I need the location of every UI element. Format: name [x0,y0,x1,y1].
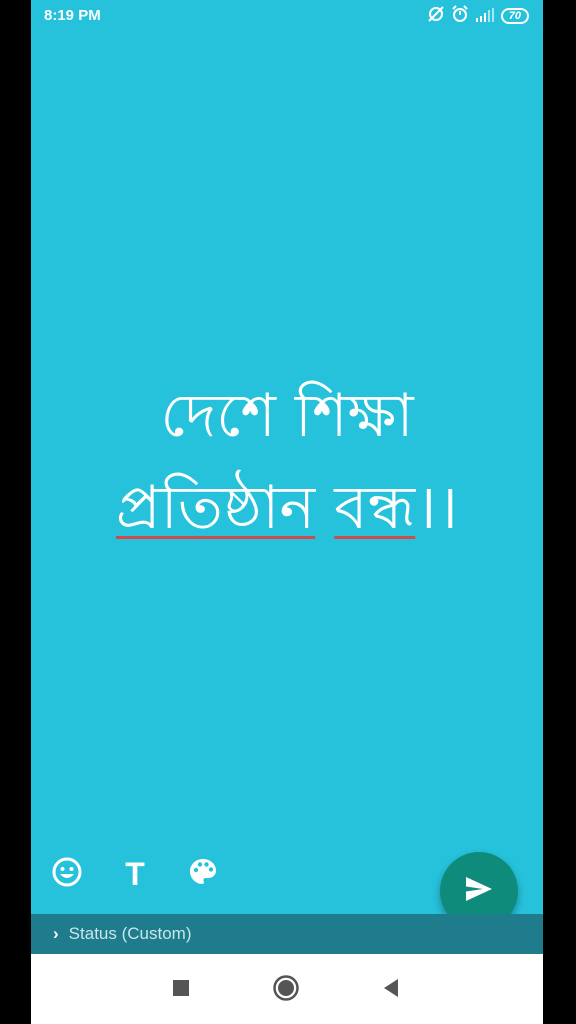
back-button[interactable] [377,976,405,1004]
status-text-word: ।। [415,473,459,543]
status-compose-screen: 8:19 PM 70 দেশে শিক্ষা প্রতিষ্ঠান বন্ধ।। [31,0,543,1024]
text-style-button[interactable]: T [117,856,153,892]
signal-icon [475,7,495,26]
system-status-bar: 8:19 PM 70 [31,0,543,34]
status-text-word: প্রতিষ্ঠান [115,473,316,543]
recents-button[interactable] [167,976,195,1004]
chevron-right-icon: › [53,924,59,943]
send-icon [464,875,494,907]
system-navigation-bar [31,954,543,1024]
alarm-icon [451,5,469,27]
status-text-input[interactable]: দেশে শিক্ষা প্রতিষ্ঠান বন্ধ।। [31,370,543,554]
background-color-button[interactable] [185,856,221,892]
battery-icon: 70 [500,8,529,24]
status-text-line-2: প্রতিষ্ঠান বন্ধ।। [31,462,543,554]
back-icon [382,978,400,1002]
text-icon: T [125,855,145,892]
emoji-button[interactable] [49,856,85,892]
compose-toolbar: T [49,856,221,892]
system-icons: 70 [427,5,529,27]
recipient-bar[interactable]: › Status (Custom) [31,914,543,954]
emoji-icon [51,856,83,892]
sync-off-icon [427,5,445,27]
home-icon [272,974,300,1006]
recents-icon [172,979,190,1001]
home-button[interactable] [272,974,300,1006]
palette-icon [188,857,218,891]
clock: 8:19 PM [44,7,101,24]
recipient-label: Status (Custom) [68,924,192,943]
status-text-word: বন্ধ [334,473,416,543]
status-text-line-1: দেশে শিক্ষা [160,381,414,451]
